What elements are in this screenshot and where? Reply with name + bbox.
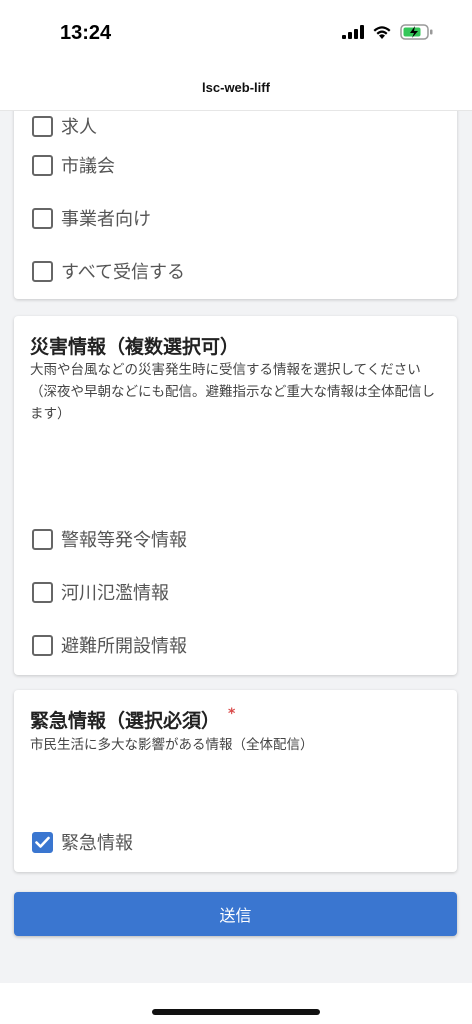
checkbox-label: 緊急情報 <box>61 833 133 854</box>
checkbox-label: すべて受信する <box>61 262 186 283</box>
disaster-info-title: 災害情報（複数選択可） <box>30 336 240 358</box>
checkbox[interactable] <box>32 260 53 282</box>
checkbox-label: 市議会 <box>61 156 115 177</box>
checkbox[interactable] <box>32 154 53 176</box>
checkbox-label: 事業者向け <box>61 209 151 230</box>
checkbox[interactable] <box>32 207 53 229</box>
emergency-info-title-text: 緊急情報（選択必須） <box>30 710 221 732</box>
category-card: 求人 市議会 事業者向け すべて受信する <box>14 111 457 299</box>
status-bar: 13:24 <box>0 0 472 70</box>
checkbox-row-business[interactable]: 事業者向け <box>32 203 151 233</box>
checkbox-checked[interactable] <box>32 831 53 853</box>
checkmark-icon <box>35 836 50 848</box>
nav-title: lsc-web-liff <box>202 80 270 95</box>
checkbox-row-receive-all[interactable]: すべて受信する <box>32 256 185 286</box>
required-mark: * <box>228 706 236 722</box>
bottom-safe-area <box>0 983 472 1024</box>
battery-charging-icon <box>400 24 433 40</box>
emergency-info-card: 緊急情報（選択必須） * 市民生活に多大な影響がある情報（全体配信） 緊急情報 <box>14 690 457 872</box>
checkbox[interactable] <box>32 634 53 656</box>
checkbox-label: 避難所開設情報 <box>61 636 187 657</box>
checkbox-row-city-council[interactable]: 市議会 <box>32 150 115 180</box>
submit-button[interactable]: 送信 <box>14 892 457 936</box>
disaster-info-card: 災害情報（複数選択可） 大雨や台風などの災害発生時に受信する情報を選択してくださ… <box>14 316 457 675</box>
emergency-info-description: 市民生活に多大な影響がある情報（全体配信） <box>30 737 314 753</box>
disaster-info-description: 大雨や台風などの災害発生時に受信する情報を選択してください （深夜や早朝などにも… <box>30 362 435 422</box>
home-indicator[interactable] <box>152 1009 320 1015</box>
nav-bar: lsc-web-liff <box>0 70 472 111</box>
status-time: 13:24 <box>60 22 112 44</box>
status-icons <box>342 24 434 40</box>
checkbox-row-warning[interactable]: 警報等発令情報 <box>32 524 187 554</box>
checkbox-row-river-flood[interactable]: 河川氾濫情報 <box>32 577 169 607</box>
checkbox-label: 警報等発令情報 <box>61 530 187 551</box>
checkbox-label: 求人 <box>61 117 97 138</box>
checkbox-row-evacuation-shelter[interactable]: 避難所開設情報 <box>32 630 187 660</box>
checkbox-row-emergency[interactable]: 緊急情報 <box>32 827 133 857</box>
checkbox[interactable] <box>32 581 53 603</box>
checkbox[interactable] <box>32 115 53 137</box>
checkbox-row-jobs[interactable]: 求人 <box>32 111 97 141</box>
checkbox-label: 河川氾濫情報 <box>61 583 169 604</box>
emergency-info-title: 緊急情報（選択必須） * <box>30 706 235 733</box>
cellular-signal-icon <box>342 25 364 39</box>
form-content[interactable]: 求人 市議会 事業者向け すべて受信する 災害情報（複数選択可） 大雨や台風など… <box>0 111 472 983</box>
wifi-icon <box>373 25 391 39</box>
checkbox[interactable] <box>32 528 53 550</box>
